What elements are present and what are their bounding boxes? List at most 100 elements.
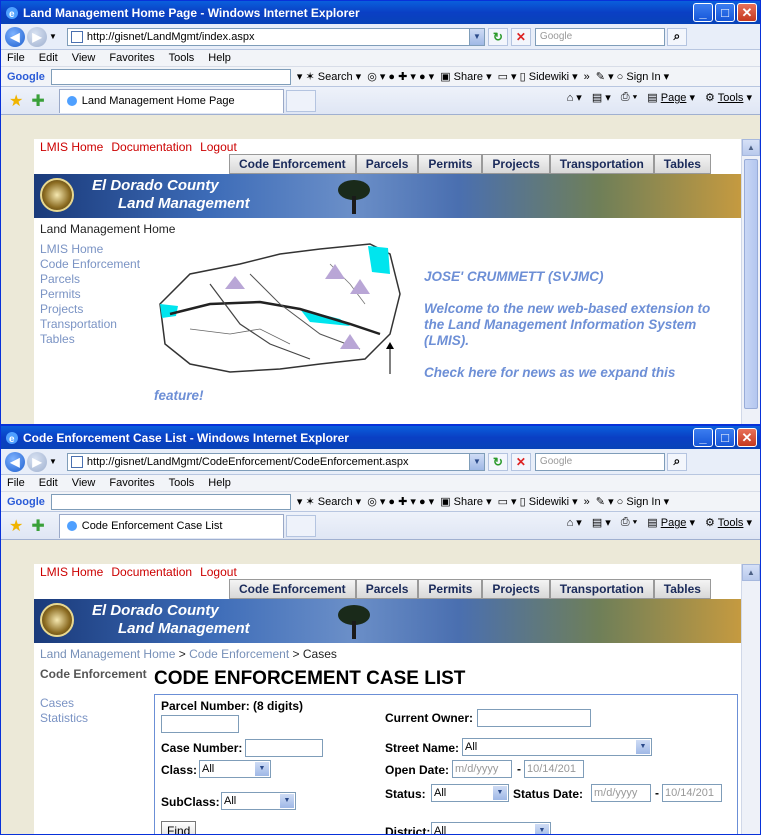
maximize-button[interactable]: □ (715, 3, 735, 22)
signin-button[interactable]: ✎ ▾ ○ Sign In ▾ (596, 495, 669, 508)
news-text[interactable]: Check here for news as we expand this (424, 365, 724, 381)
menu-file[interactable]: File (7, 477, 25, 489)
refresh-button[interactable]: ↻ (487, 27, 508, 46)
vertical-scrollbar[interactable]: ▲ (741, 564, 760, 834)
nav-permits[interactable]: Permits (418, 154, 483, 174)
logout-link[interactable]: Logout (200, 565, 237, 579)
vertical-scrollbar[interactable]: ▲ (741, 139, 760, 424)
history-dropdown-icon[interactable]: ▼ (49, 457, 57, 466)
logout-link[interactable]: Logout (200, 140, 237, 154)
history-dropdown-icon[interactable]: ▼ (49, 32, 57, 41)
title-bar[interactable]: e Land Management Home Page - Windows In… (1, 1, 760, 24)
scroll-up-icon[interactable]: ▲ (742, 564, 760, 581)
home-icon[interactable]: ⌂ ▾ (567, 91, 582, 104)
chevron-down-icon[interactable]: ▼ (255, 762, 269, 776)
signin-button[interactable]: ✎ ▾ ○ Sign In ▾ (596, 70, 669, 83)
add-favorites-icon[interactable]: ✚ (31, 91, 44, 111)
forward-button[interactable]: ▶ (27, 451, 47, 472)
refresh-button[interactable]: ↻ (487, 452, 508, 471)
sidenav-code-enforcement[interactable]: Code Enforcement (40, 257, 152, 272)
address-bar[interactable]: http://gisnet/LandMgmt/CodeEnforcement/C… (66, 452, 485, 471)
home-icon[interactable]: ⌂ ▾ (567, 516, 582, 529)
google-search-button[interactable]: ▾ ✶ Search ▾ (297, 495, 361, 508)
close-button[interactable]: ✕ (737, 3, 757, 22)
menu-tools[interactable]: Tools (169, 477, 195, 489)
breadcrumb-code-enforcement[interactable]: Code Enforcement (189, 647, 289, 661)
minimize-button[interactable]: _ (693, 428, 713, 447)
sidenav-lmis-home[interactable]: LMIS Home (40, 242, 152, 257)
more-button[interactable]: » (584, 71, 590, 83)
sidewiki-button[interactable]: ▭ ▾ ▯ Sidewiki ▾ (498, 70, 578, 83)
menu-edit[interactable]: Edit (39, 477, 58, 489)
print-icon[interactable]: ⎙ ▾ (621, 91, 637, 104)
new-tab-button[interactable] (285, 514, 316, 537)
sidenav-tables[interactable]: Tables (40, 332, 152, 347)
tools-menu[interactable]: ⚙ Tools ▾ (705, 91, 752, 104)
district-select[interactable]: All ▼ (431, 822, 551, 834)
nav-projects[interactable]: Projects (482, 154, 550, 174)
toolbar-icons[interactable]: ◎ ▾ ● ✚ ▾ ● ▾ (367, 70, 434, 83)
search-input[interactable]: Google (534, 27, 665, 46)
print-icon[interactable]: ⎙ ▾ (621, 516, 637, 529)
google-search-input[interactable] (50, 493, 291, 510)
nav-parcels[interactable]: Parcels (355, 154, 419, 174)
address-bar[interactable]: http://gisnet/LandMgmt/index.aspx ▼ (66, 27, 485, 46)
chevron-down-icon[interactable]: ▼ (280, 794, 294, 808)
case-input[interactable] (245, 739, 323, 757)
breadcrumb-home[interactable]: Land Management Home (40, 647, 175, 661)
new-tab-button[interactable] (285, 89, 316, 112)
nav-transportation[interactable]: Transportation (549, 579, 654, 599)
open-date-to[interactable]: 10/14/201 (524, 760, 584, 778)
search-icon[interactable]: ⌕ (666, 452, 687, 471)
menu-favorites[interactable]: Favorites (109, 477, 154, 489)
menu-view[interactable]: View (72, 477, 96, 489)
nav-code-enforcement[interactable]: Code Enforcement (229, 154, 356, 174)
lmis-home-link[interactable]: LMIS Home (40, 140, 103, 154)
sidenav-projects[interactable]: Projects (40, 302, 152, 317)
google-search-button[interactable]: ▾ ✶ Search ▾ (297, 70, 361, 83)
feeds-icon[interactable]: ▤ ▾ (592, 516, 611, 529)
status-date-to[interactable]: 10/14/201 (662, 784, 722, 802)
stop-button[interactable]: ✕ (510, 27, 531, 46)
menu-favorites[interactable]: Favorites (109, 52, 154, 64)
search-input[interactable]: Google (534, 452, 665, 471)
menu-view[interactable]: View (72, 52, 96, 64)
tab-land-management[interactable]: Land Management Home Page (58, 88, 284, 113)
sidenav-statistics[interactable]: Statistics (40, 711, 152, 726)
documentation-link[interactable]: Documentation (111, 565, 192, 579)
nav-parcels[interactable]: Parcels (355, 579, 419, 599)
chevron-down-icon[interactable]: ▼ (468, 28, 484, 45)
share-button[interactable]: ▣ Share ▾ (440, 495, 491, 508)
sidenav-transportation[interactable]: Transportation (40, 317, 152, 332)
nav-permits[interactable]: Permits (418, 579, 483, 599)
title-bar[interactable]: e Code Enforcement Case List - Windows I… (1, 426, 760, 449)
nav-tables[interactable]: Tables (653, 579, 711, 599)
page-menu[interactable]: ▤ Page ▾ (647, 91, 695, 104)
close-button[interactable]: ✕ (737, 428, 757, 447)
favorites-star-icon[interactable]: ★ (9, 91, 23, 111)
add-favorites-icon[interactable]: ✚ (31, 516, 44, 536)
lmis-home-link[interactable]: LMIS Home (40, 565, 103, 579)
find-button[interactable]: Find (161, 821, 197, 834)
back-button[interactable]: ◀ (5, 451, 25, 472)
chevron-down-icon[interactable]: ▼ (493, 786, 507, 800)
sidenav-parcels[interactable]: Parcels (40, 272, 152, 287)
parcel-input[interactable] (161, 715, 239, 733)
tab-code-enforcement[interactable]: Code Enforcement Case List (58, 513, 284, 538)
menu-file[interactable]: File (7, 52, 25, 64)
share-button[interactable]: ▣ Share ▾ (440, 70, 491, 83)
menu-help[interactable]: Help (208, 52, 231, 64)
open-date-from[interactable]: m/d/yyyy (452, 760, 512, 778)
stop-button[interactable]: ✕ (510, 452, 531, 471)
back-button[interactable]: ◀ (5, 26, 25, 47)
class-select[interactable]: All ▼ (199, 760, 271, 778)
menu-edit[interactable]: Edit (39, 52, 58, 64)
subclass-select[interactable]: All ▼ (221, 792, 296, 810)
more-button[interactable]: » (584, 496, 590, 508)
sidenav-cases[interactable]: Cases (40, 696, 152, 711)
maximize-button[interactable]: □ (715, 428, 735, 447)
chevron-down-icon[interactable]: ▼ (468, 453, 484, 470)
chevron-down-icon[interactable]: ▼ (636, 740, 650, 754)
nav-tables[interactable]: Tables (653, 154, 711, 174)
documentation-link[interactable]: Documentation (111, 140, 192, 154)
